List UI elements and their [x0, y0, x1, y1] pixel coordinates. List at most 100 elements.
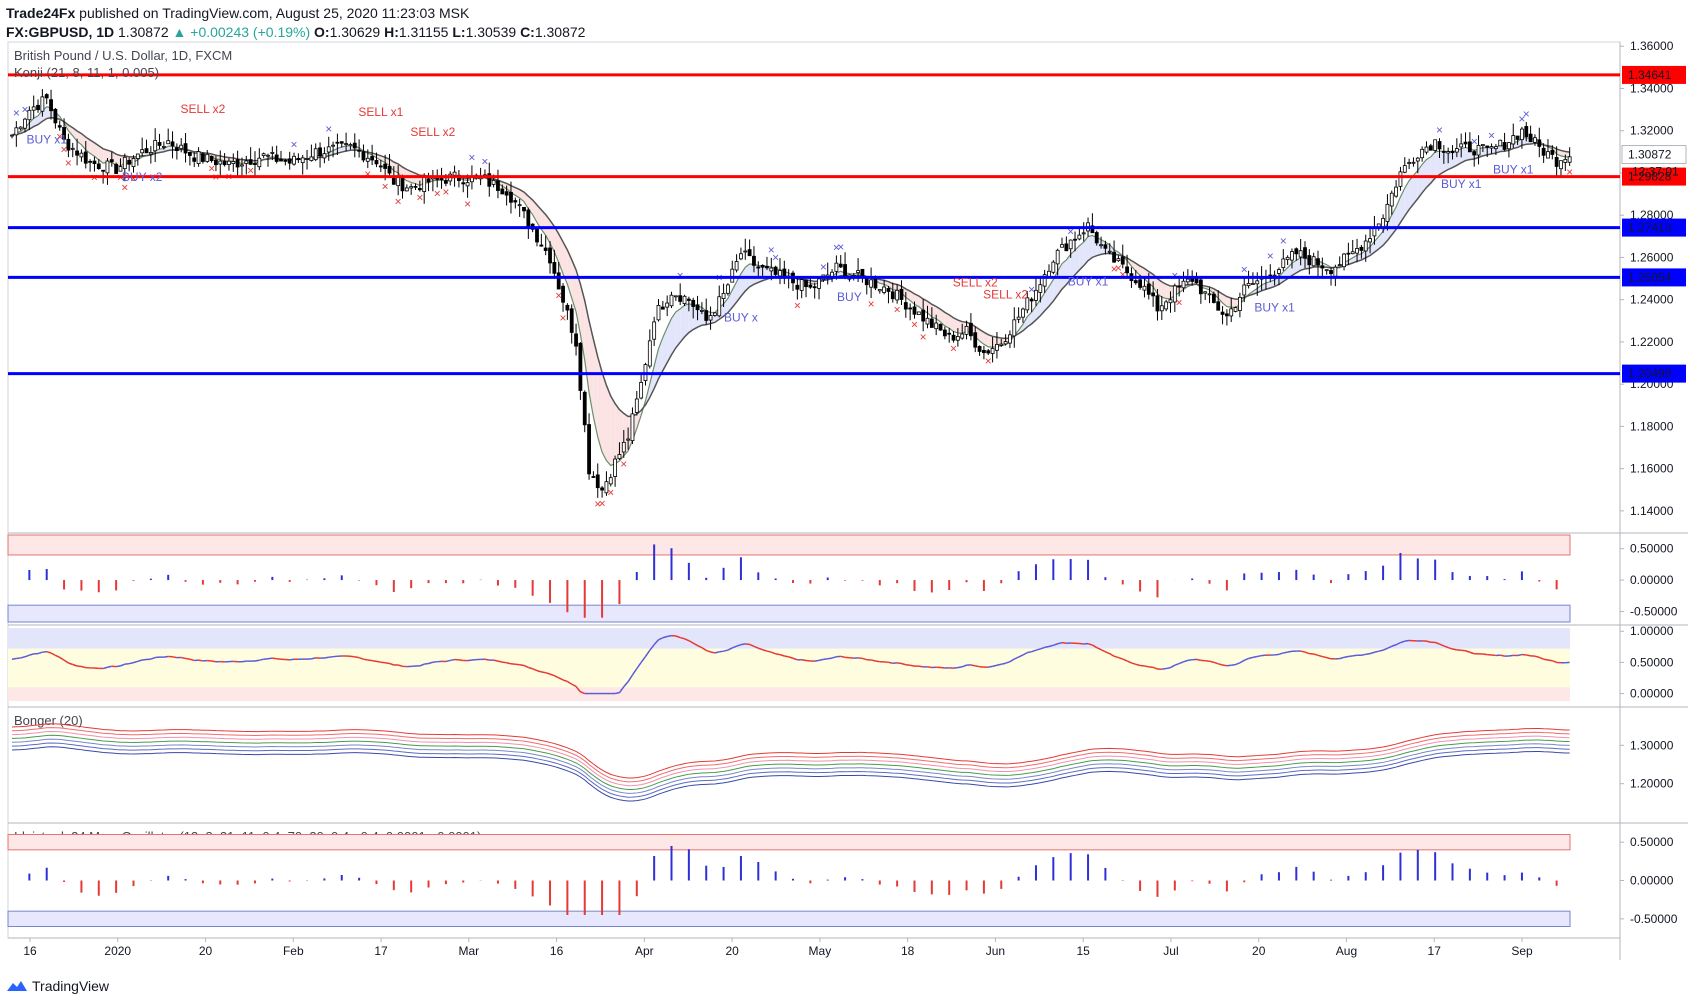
price-tick-label: 1.16000 — [1630, 462, 1674, 476]
tdi-line-segment — [380, 661, 386, 664]
bear-candle — [951, 334, 956, 341]
bear-candle — [574, 333, 578, 347]
tdi-line-segment — [1482, 653, 1488, 656]
bull-candle — [1333, 266, 1338, 277]
bull-candle — [626, 438, 631, 441]
tdi-line-segment — [1283, 651, 1288, 654]
signal-marker: × — [950, 342, 957, 356]
price-tick-label: 1.22000 — [1630, 335, 1674, 349]
bear-candle — [595, 474, 600, 489]
cloud-segment — [1448, 151, 1453, 170]
bull-candle — [326, 146, 331, 153]
bull-candle — [305, 157, 309, 160]
buy-signal-label: BUY x1 — [26, 133, 67, 147]
tdi-line-segment — [458, 659, 464, 662]
bull-candle — [1051, 261, 1056, 273]
bear-candle — [899, 288, 904, 300]
tdi-line-segment — [1252, 655, 1258, 659]
bull-candle — [31, 106, 36, 111]
tdi-line-segment — [1044, 645, 1050, 649]
bull-candle — [14, 127, 19, 136]
bull-candle — [313, 148, 318, 161]
tdi-line-segment — [272, 657, 277, 660]
bull-candle — [231, 161, 236, 164]
cloud-segment — [619, 409, 624, 462]
tdi-line-segment — [1352, 654, 1358, 657]
tdi-line-segment — [116, 665, 121, 668]
tdi-line-segment — [163, 655, 169, 658]
bull-candle — [960, 333, 965, 339]
date-tick-label: 20 — [725, 944, 739, 958]
bull-candle — [1298, 250, 1303, 258]
chart-canvas[interactable]: 1.360001.340001.320001.300001.280001.260… — [0, 0, 1688, 1002]
bull-candle — [1389, 192, 1394, 207]
footer-brand[interactable]: TradingView — [6, 978, 109, 994]
bear-candle — [1307, 255, 1312, 266]
bull-candle — [1454, 148, 1459, 153]
bonger-tick-label: 1.30000 — [1630, 738, 1674, 752]
bear-candle — [101, 169, 106, 172]
tdi-line-segment — [445, 659, 451, 663]
tdi-line-segment — [311, 657, 316, 660]
bear-candle — [279, 159, 283, 162]
mega-lower-band — [7, 910, 1571, 928]
signal-marker: × — [442, 185, 449, 199]
mega-tick-label: 0.50000 — [1630, 835, 1674, 849]
tdi-line-segment — [775, 653, 781, 656]
bear-candle — [804, 279, 808, 288]
bull-candle — [639, 381, 644, 399]
signal-marker: × — [1241, 263, 1248, 277]
bull-candle — [1415, 157, 1420, 162]
tdi-mid-zone — [8, 648, 1570, 688]
bear-candle — [1524, 126, 1529, 137]
bear-candle — [561, 285, 565, 303]
bull-candle — [153, 139, 158, 152]
bull-candle — [1246, 282, 1251, 287]
bull-candle — [934, 322, 939, 330]
tdi-line-segment — [350, 655, 355, 658]
bull-candle — [834, 262, 839, 272]
tdi-line-segment — [1257, 654, 1262, 658]
bull-candle — [344, 143, 348, 145]
signal-marker: × — [1488, 128, 1495, 142]
signal-marker: × — [794, 299, 801, 313]
bull-candle — [1251, 283, 1255, 285]
tdi-line-segment — [1348, 655, 1353, 658]
bear-candle — [1103, 244, 1108, 249]
tdi-line-segment — [1231, 663, 1236, 666]
bear-candle — [565, 304, 570, 311]
bull-candle — [799, 279, 804, 291]
bull-candle — [1207, 293, 1212, 296]
tdi-line-segment — [432, 660, 438, 663]
bear-candle — [535, 228, 539, 243]
bull-candle — [1168, 299, 1173, 304]
bull-candle — [856, 270, 860, 273]
bear-candle — [695, 304, 700, 311]
mega-tick-label: 0.00000 — [1630, 874, 1674, 888]
bonger-band-line — [11, 730, 1570, 787]
signal-marker: × — [620, 457, 627, 471]
bear-candle — [929, 318, 934, 328]
bear-candle — [864, 278, 869, 286]
bull-candle — [1164, 301, 1169, 310]
tdi-line-segment — [1500, 654, 1505, 657]
cloud-segment — [1439, 151, 1444, 175]
msi-lower-band — [7, 604, 1571, 623]
msi-tick-label: -0.50000 — [1630, 604, 1678, 618]
bear-candle — [873, 277, 878, 289]
bull-candle — [656, 305, 661, 321]
bear-candle — [678, 295, 683, 302]
signal-marker: × — [911, 318, 918, 332]
bull-candle — [27, 109, 32, 121]
bull-candle — [817, 278, 821, 289]
mega-upper-band — [7, 834, 1571, 851]
bull-candle — [895, 289, 900, 301]
tdi-tick-label: 0.50000 — [1630, 655, 1674, 669]
level-price-label: 1.20499 — [1628, 367, 1672, 381]
bull-candle — [135, 153, 140, 159]
bonger-band-line — [11, 734, 1570, 791]
bull-candle — [1324, 269, 1329, 272]
bear-candle — [526, 209, 531, 228]
bull-candle — [1494, 146, 1498, 150]
bull-candle — [1016, 316, 1021, 320]
